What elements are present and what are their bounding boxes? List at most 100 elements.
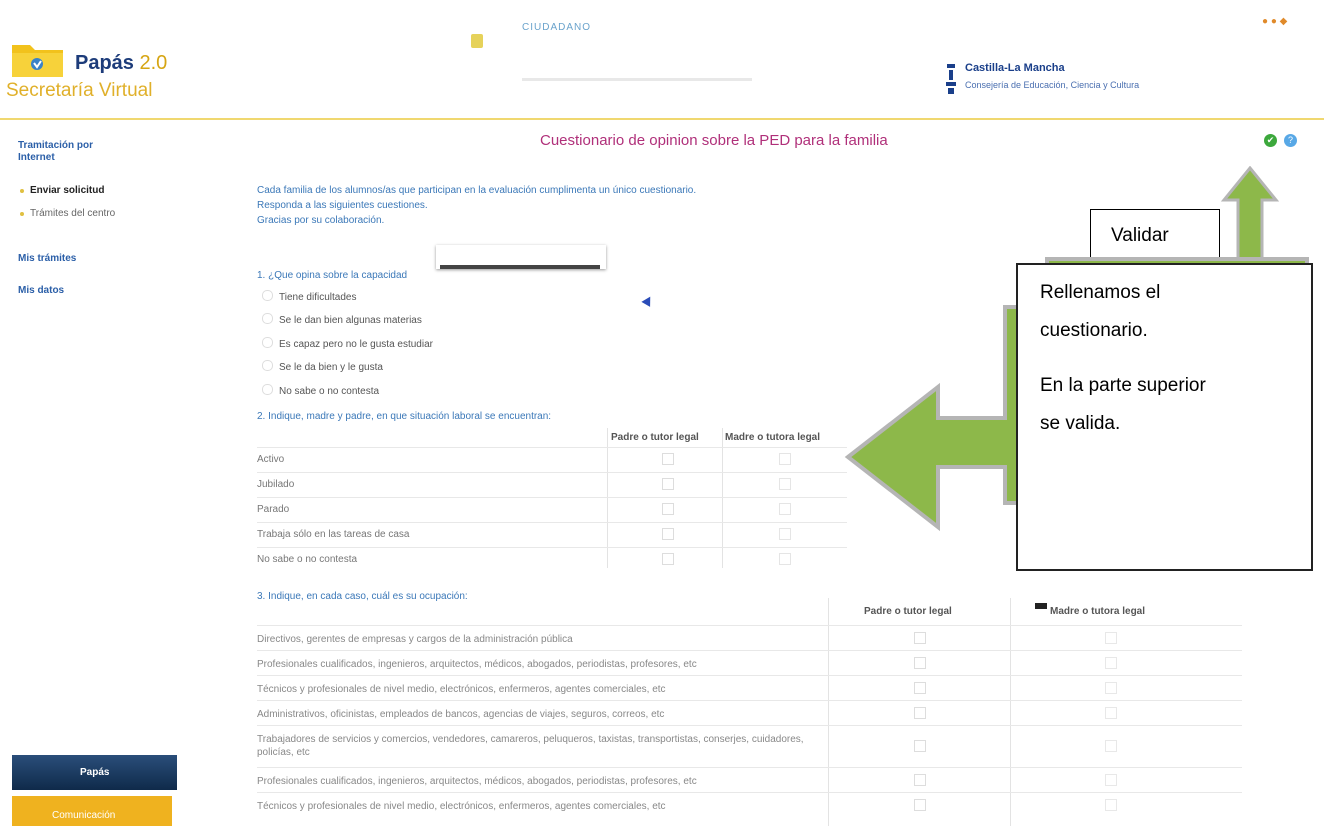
gov-title: Castilla-La Mancha [965, 62, 1065, 74]
table-row: Profesionales cualificados, ingenieros, … [257, 767, 1242, 793]
bullet-icon [20, 212, 24, 216]
radio-button[interactable] [262, 384, 273, 395]
question-3: 3. Indique, en cada caso, cuál es su ocu… [257, 591, 468, 602]
row-label: Técnicos y profesionales de nivel medio,… [257, 684, 666, 695]
checkbox-madre[interactable] [1105, 632, 1117, 644]
checkbox-madre[interactable] [779, 453, 791, 465]
checkbox-madre[interactable] [779, 528, 791, 540]
checkbox-madre[interactable] [1105, 774, 1117, 786]
user-name-line [522, 78, 752, 81]
sidebar-item-tramites-centro[interactable]: Trámites del centro [30, 208, 115, 219]
checkbox-madre[interactable] [779, 553, 791, 565]
intro-line: Gracias por su colaboración. [257, 215, 385, 226]
checkbox-padre[interactable] [914, 657, 926, 669]
q1-option[interactable]: Se le da bien y le gusta [262, 360, 383, 373]
tooltip-bar [440, 265, 600, 269]
gov-subtitle: Consejería de Educación, Ciencia y Cultu… [965, 80, 1140, 90]
checkbox-padre[interactable] [662, 528, 674, 540]
table-row: Trabaja sólo en las tareas de casa [257, 522, 847, 547]
row-label: Profesionales cualificados, ingenieros, … [257, 659, 697, 670]
checkbox-madre[interactable] [1105, 799, 1117, 811]
checkbox-madre[interactable] [1105, 657, 1117, 669]
comunicacion-button-label: Comunicación [52, 810, 116, 821]
table-row: Técnicos y profesionales de nivel medio,… [257, 675, 1242, 701]
row-label: Administrativos, oficinistas, empleados … [257, 709, 665, 720]
radio-button[interactable] [262, 337, 273, 348]
row-label: Activo [257, 454, 285, 465]
table-row: Directivos, gerentes de empresas y cargo… [257, 625, 1242, 651]
q3-col-madre: Madre o tutora legal [1050, 606, 1146, 617]
checkbox-padre[interactable] [914, 774, 926, 786]
option-label: Se le dan bien algunas materias [279, 315, 422, 326]
header-divider [0, 118, 1324, 120]
checkbox-padre[interactable] [914, 632, 926, 644]
checkbox-padre[interactable] [914, 740, 926, 752]
checkbox-madre[interactable] [1105, 707, 1117, 719]
q1-option[interactable]: No sabe o no contesta [262, 384, 379, 397]
app-logo-title: Papás 2.0 [75, 52, 168, 74]
bullet-icon [20, 189, 24, 193]
app-logo-subtitle: Secretaría Virtual [6, 80, 153, 101]
checkbox-padre[interactable] [914, 707, 926, 719]
checkbox-padre[interactable] [662, 503, 674, 515]
top-right-icons[interactable]: ● ● ◆ [1262, 16, 1287, 27]
table-row: Administrativos, oficinistas, empleados … [257, 700, 1242, 726]
help-icon[interactable]: ? [1284, 134, 1297, 147]
radio-button[interactable] [262, 360, 273, 371]
castilla-la-mancha-logo-icon [946, 64, 956, 94]
checkbox-padre[interactable] [662, 453, 674, 465]
user-icon [471, 34, 483, 48]
sidebar-item-enviar-solicitud[interactable]: Enviar solicitud [30, 185, 104, 196]
q1-option[interactable]: Se le dan bien algunas materias [262, 313, 422, 326]
checkbox-madre[interactable] [779, 478, 791, 490]
row-label: Técnicos y profesionales de nivel medio,… [257, 801, 666, 812]
callout-line: En la parte superior [1040, 375, 1206, 396]
checkbox-padre[interactable] [662, 478, 674, 490]
table-row: Jubilado [257, 472, 847, 497]
row-label: Jubilado [257, 479, 295, 490]
table-row: Parado [257, 497, 847, 522]
q2-col-madre: Madre o tutora legal [725, 432, 821, 443]
callout-line: se valida. [1040, 413, 1121, 434]
checkbox-padre[interactable] [662, 553, 674, 565]
sidebar-item-mis-datos[interactable]: Mis datos [18, 285, 64, 296]
checkbox-padre[interactable] [914, 682, 926, 694]
question-2: 2. Indique, madre y padre, en que situac… [257, 411, 552, 422]
table-row: Técnicos y profesionales de nivel medio,… [257, 792, 1242, 818]
option-label: Es capaz pero no le gusta estudiar [279, 339, 433, 350]
sidebar-item-mis-tramites[interactable]: Mis trámites [18, 253, 76, 264]
option-label: No sabe o no contesta [279, 386, 380, 397]
radio-button[interactable] [262, 290, 273, 301]
radio-button[interactable] [262, 313, 273, 324]
ciudadano-label: CIUDADANO [522, 22, 592, 33]
option-label: Se le da bien y le gusta [279, 362, 383, 373]
papas-button[interactable]: Papás [12, 755, 177, 790]
table-row: Trabajadores de servicios y comercios, v… [257, 725, 1242, 766]
cursor-icon [1035, 603, 1047, 609]
q2-col-padre: Padre o tutor legal [611, 432, 699, 443]
folder-logo-icon [12, 45, 63, 77]
table-row: Activo [257, 447, 847, 472]
row-label: Profesionales cualificados, ingenieros, … [257, 776, 697, 787]
row-label: No sabe o no contesta [257, 554, 358, 565]
checkbox-madre[interactable] [1105, 682, 1117, 694]
intro-line: Responda a las siguientes cuestiones. [257, 200, 428, 211]
q1-option[interactable]: Tiene dificultades [262, 290, 356, 303]
comunicacion-button[interactable]: Comunicación [12, 796, 172, 826]
option-label: Tiene dificultades [279, 292, 357, 303]
papas-button-label: Papás [80, 767, 110, 778]
q1-option[interactable]: Es capaz pero no le gusta estudiar [262, 337, 433, 350]
table-row: Profesionales cualificados, ingenieros, … [257, 650, 1242, 676]
checkbox-madre[interactable] [1105, 740, 1117, 752]
callout-line: cuestionario. [1040, 320, 1148, 341]
question-1: 1. ¿Que opina sobre la capacidad [257, 270, 408, 281]
row-label: Directivos, gerentes de empresas y cargo… [257, 634, 573, 645]
checkbox-madre[interactable] [779, 503, 791, 515]
checkbox-padre[interactable] [914, 799, 926, 811]
page-title: Cuestionario de opinion sobre la PED par… [540, 132, 888, 149]
sidebar-tramitacion[interactable]: Tramitación por Internet [18, 140, 128, 164]
table-row: No sabe o no contesta [257, 547, 847, 572]
row-label: Parado [257, 504, 290, 515]
intro-line: Cada familia de los alumnos/as que parti… [257, 185, 697, 196]
validate-check-icon[interactable]: ✔ [1264, 134, 1277, 147]
